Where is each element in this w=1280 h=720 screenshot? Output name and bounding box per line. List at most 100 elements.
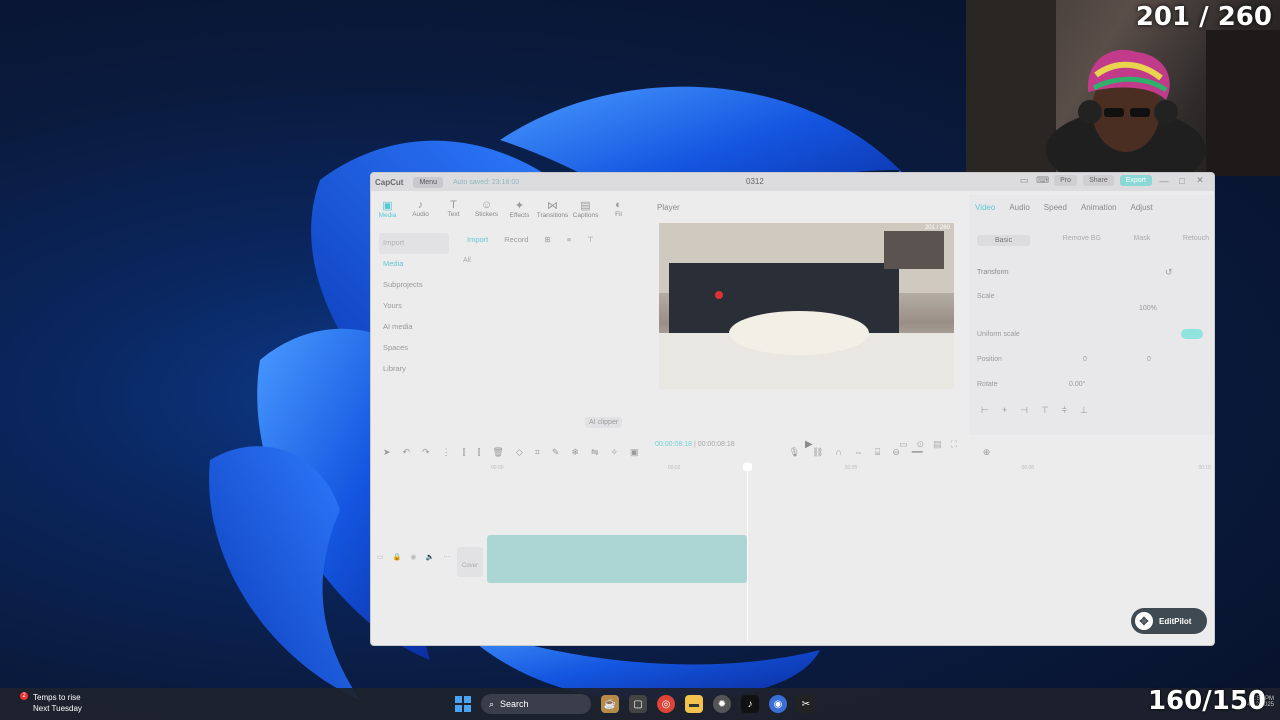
nav-yours[interactable]: Yours (379, 296, 449, 317)
title-bar: CapCut Menu Auto saved: 23:18:00 0312 ▭ … (371, 173, 1214, 191)
tab-adjust[interactable]: Adjust (1131, 203, 1153, 212)
lock-icon[interactable]: 🔒 (393, 553, 402, 561)
pro-button[interactable]: Pro (1054, 175, 1078, 186)
align-left-icon[interactable]: ⊢ (981, 405, 989, 416)
pen-icon[interactable]: ✎ (552, 447, 560, 458)
align-right-icon[interactable]: ⊣ (1020, 405, 1028, 416)
tab-text[interactable]: T Text (437, 193, 470, 225)
import-button[interactable]: Import (463, 233, 492, 246)
minimize-icon[interactable]: — (1158, 176, 1170, 186)
more-icon[interactable]: ⋯ (443, 553, 450, 561)
align-bottom-icon[interactable]: ⊥ (1080, 405, 1088, 416)
start-icon[interactable] (455, 696, 471, 712)
tab-speed[interactable]: Speed (1044, 203, 1067, 212)
search-box[interactable]: ⌕ Search (481, 694, 591, 714)
tab-audio-settings[interactable]: Audio (1009, 203, 1029, 212)
capcut-taskbar-icon[interactable]: ✂ (797, 695, 815, 713)
align-middle-icon[interactable]: ⫩ (1062, 405, 1067, 416)
transform-heading[interactable]: Transform (977, 269, 1009, 276)
menu-button[interactable]: Menu (413, 176, 443, 188)
uniform-scale-toggle[interactable] (1181, 329, 1203, 339)
nav-import[interactable]: Import (379, 233, 449, 254)
scale-value[interactable]: 100% (1139, 305, 1157, 312)
share-button[interactable]: Share (1083, 175, 1114, 186)
nav-subprojects[interactable]: Subprojects (379, 275, 449, 296)
align-center-icon[interactable]: + (1002, 405, 1007, 416)
magnet-icon[interactable]: ∩ (835, 447, 841, 457)
mirror-icon[interactable]: ⇋ (591, 447, 599, 458)
undo-icon[interactable]: ↶ (403, 447, 411, 458)
maximize-icon[interactable]: □ (1176, 176, 1188, 186)
project-title[interactable]: 0312 (746, 177, 764, 186)
app-icon[interactable]: ✹ (713, 695, 731, 713)
widgets-icon[interactable]: ☕ (601, 695, 619, 713)
redo-icon[interactable]: ↷ (422, 447, 430, 458)
tab-filters[interactable]: ◐ Fil (602, 193, 635, 225)
chrome-icon[interactable]: ◎ (657, 695, 675, 713)
webcam-counter: 201 / 260 (1135, 2, 1272, 32)
tab-effects[interactable]: ✦ Effects (503, 193, 536, 225)
editpilot-button[interactable]: ✥ EditPilot (1131, 608, 1207, 634)
filter-all[interactable]: All (463, 257, 471, 264)
link-icon[interactable]: ⛓ (812, 447, 823, 458)
zoom-slider[interactable]: ━━ (912, 447, 923, 458)
tab-stickers[interactable]: ☺ Stickers (470, 193, 503, 225)
align-top-icon[interactable]: ⊤ (1041, 405, 1049, 416)
close-icon[interactable]: ✕ (1194, 175, 1206, 186)
file-explorer-icon[interactable]: ▬ (685, 695, 703, 713)
crop-icon[interactable]: ⌗ (535, 447, 540, 458)
tab-video[interactable]: Video (975, 203, 995, 212)
subtab-basic[interactable]: Basic (977, 235, 1031, 246)
ai-clipper-button[interactable]: AI clipper (585, 417, 623, 428)
zoom-out-icon[interactable]: ⊖ (892, 447, 900, 458)
position-x[interactable]: 0 (1083, 356, 1087, 363)
split-icon[interactable]: ⋮ (442, 447, 451, 458)
reset-icon[interactable]: ↺ (1165, 267, 1173, 278)
sort-icon[interactable]: ≡ (563, 233, 575, 246)
tab-audio[interactable]: ♪ Audio (404, 193, 437, 225)
layout-icon[interactable]: ▭ (1018, 175, 1030, 186)
subtab-mask[interactable]: Mask (1134, 235, 1151, 246)
record-button[interactable]: Record (500, 233, 532, 246)
task-view-icon[interactable]: ▢ (629, 695, 647, 713)
export-button[interactable]: Export (1119, 175, 1152, 186)
split-right-icon[interactable]: ⫿ (478, 447, 481, 458)
delete-icon[interactable]: 🗑 (492, 447, 503, 458)
tiktok-icon[interactable]: ♪ (741, 695, 759, 713)
split-left-icon[interactable]: ⫿ (463, 447, 466, 458)
marker-icon[interactable]: ◇ (516, 447, 523, 458)
browser-icon[interactable]: ◉ (769, 695, 787, 713)
rotate-value[interactable]: 0.00° (1069, 381, 1085, 388)
preview-counter: 201 / 260 (924, 225, 950, 231)
subtab-remove-bg[interactable]: Remove BG (1063, 235, 1101, 246)
select-tool-icon[interactable]: ➤ (383, 447, 391, 458)
mic-icon[interactable]: 🎙 (789, 447, 800, 458)
grid-view-icon[interactable]: ⊞ (540, 233, 554, 246)
video-clip[interactable] (487, 535, 747, 583)
cover-button[interactable]: Cover (457, 547, 483, 577)
track-collapse-icon[interactable]: ▭ (377, 553, 384, 561)
nav-media[interactable]: Media (379, 254, 449, 275)
taskbar-center: ⌕ Search ☕ ▢ ◎ ▬ ✹ ♪ ◉ ✂ (455, 694, 815, 714)
freeze-icon[interactable]: ❄ (571, 447, 579, 458)
nav-ai-media[interactable]: AI media (379, 317, 449, 338)
preview-axis-icon[interactable]: ⌸ (875, 447, 880, 458)
magic-icon[interactable]: ✧ (611, 447, 619, 458)
weather-widget[interactable]: 2 Temps to rise Next Tuesday (16, 692, 82, 714)
mute-icon[interactable]: 🔈 (425, 553, 434, 561)
nav-spaces[interactable]: Spaces (379, 338, 449, 359)
tab-media[interactable]: ▣ Media (371, 193, 404, 225)
position-y[interactable]: 0 (1147, 356, 1151, 363)
tab-animation[interactable]: Animation (1081, 203, 1117, 212)
shortcut-icon[interactable]: ⌨ (1036, 175, 1049, 186)
playhead[interactable] (743, 463, 752, 641)
tab-transitions[interactable]: ⋈ Transitions (536, 193, 569, 225)
subtab-retouch[interactable]: Retouch (1183, 235, 1209, 246)
snap-icon[interactable]: ⇔ (854, 447, 863, 457)
visibility-icon[interactable]: ◉ (410, 553, 416, 561)
filter-icon[interactable]: ⊤ (583, 233, 598, 246)
auto-reframe-icon[interactable]: ▣ (630, 447, 639, 458)
tab-captions[interactable]: ▤ Captions (569, 193, 602, 225)
nav-library[interactable]: Library (379, 359, 449, 380)
zoom-in-icon[interactable]: ⊕ (983, 447, 991, 458)
